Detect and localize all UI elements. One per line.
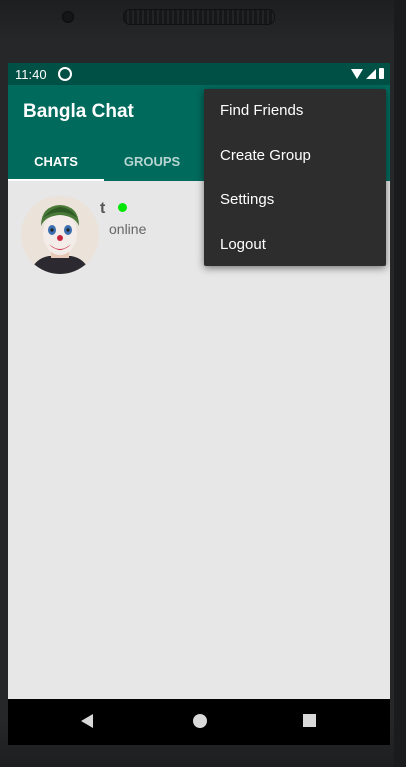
online-indicator-icon (118, 203, 127, 212)
menu-item-create-group[interactable]: Create Group (204, 134, 386, 179)
overflow-menu: Find Friends Create Group Settings Logou… (204, 89, 386, 266)
navigation-bar (8, 699, 390, 745)
status-icons (351, 68, 384, 79)
signal-icon (366, 68, 376, 79)
earpiece-speaker (123, 9, 275, 25)
clown-face-avatar (21, 196, 99, 274)
status-time: 11:40 (15, 67, 47, 82)
avatar[interactable] (21, 196, 99, 274)
tab-groups[interactable]: GROUPS (104, 143, 200, 181)
app-title: Bangla Chat (23, 101, 134, 122)
device-frame: 11:40 Bangla Chat CHATS GROUPS t online … (0, 0, 406, 767)
menu-item-settings[interactable]: Settings (204, 178, 386, 223)
tab-chats[interactable]: CHATS (8, 143, 104, 181)
battery-icon (379, 68, 384, 79)
chat-status: online (109, 221, 147, 237)
device-side (394, 0, 406, 767)
status-bar: 11:40 (8, 63, 390, 85)
recents-icon[interactable] (303, 714, 316, 727)
wifi-icon (351, 68, 363, 79)
front-camera (62, 11, 74, 23)
menu-item-find-friends[interactable]: Find Friends (204, 89, 386, 134)
menu-item-logout[interactable]: Logout (204, 223, 386, 268)
back-icon[interactable] (81, 714, 93, 728)
chat-name: t (100, 200, 106, 217)
device-screen: 11:40 Bangla Chat CHATS GROUPS t online … (8, 63, 390, 745)
home-icon[interactable] (193, 714, 207, 728)
sync-circle-icon (58, 67, 72, 81)
